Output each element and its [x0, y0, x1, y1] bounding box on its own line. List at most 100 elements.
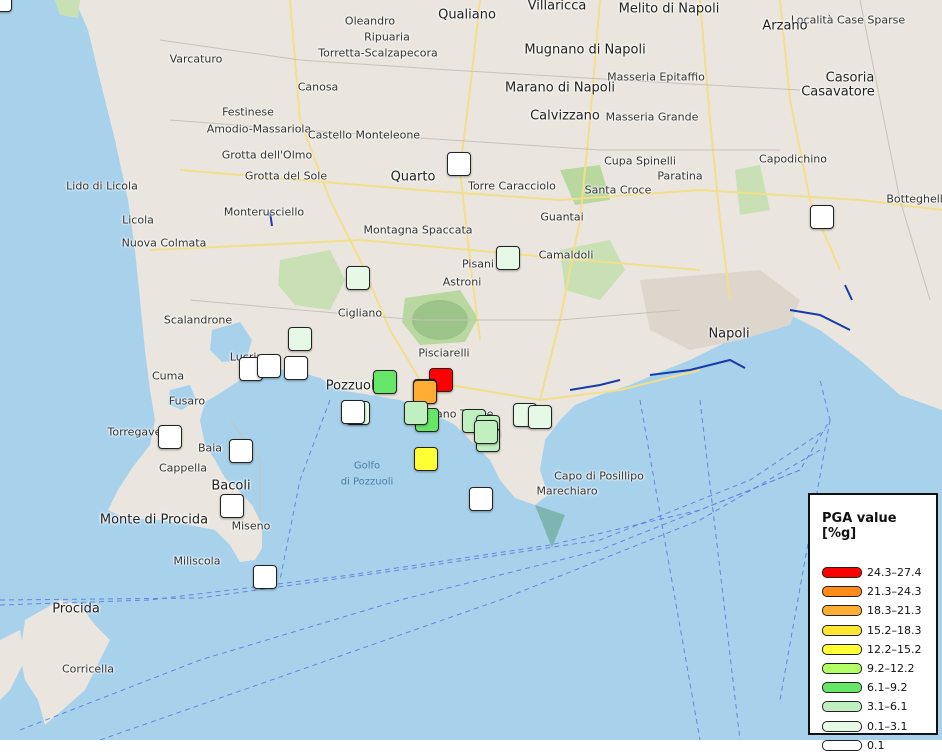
map-basemap — [0, 0, 942, 740]
water-label: di Pozzuoli — [340, 476, 394, 488]
place-label: Baia — [197, 441, 223, 455]
place-label: Ripuaria — [364, 30, 410, 44]
place-label: Botteghelle — [886, 192, 942, 206]
place-label: Melito di Napoli — [618, 1, 720, 17]
legend-label: 9.2–12.2 — [867, 662, 915, 676]
place-label: Capo di Posillipo — [554, 469, 644, 483]
place-label: Cigliano — [337, 306, 383, 320]
place-label: Grotta dell'Olmo — [221, 148, 313, 162]
legend-label: 0.1–3.1 — [867, 719, 908, 733]
station-marker[interactable] — [447, 152, 471, 176]
place-label: Capodichino — [759, 152, 827, 166]
place-label: Guantai — [540, 210, 584, 224]
place-label: Bacoli — [211, 478, 251, 494]
legend-swatch — [822, 643, 862, 655]
place-label: Torretta-Scalzapecora — [318, 46, 438, 60]
station-marker[interactable] — [288, 327, 312, 351]
station-marker[interactable] — [229, 439, 253, 463]
station-marker[interactable] — [341, 400, 365, 424]
station-marker[interactable] — [496, 246, 520, 270]
legend-label: 3.1–6.1 — [867, 700, 908, 714]
place-label: Grotta del Sole — [244, 169, 328, 183]
place-label: Villaricca — [527, 0, 587, 14]
station-marker[interactable] — [158, 425, 182, 449]
place-label: Montagna Spaccata — [363, 223, 473, 237]
place-label: Licola — [122, 213, 154, 227]
place-label: Torre Caracciolo — [468, 179, 556, 193]
place-label: Quarto — [390, 169, 436, 185]
place-label: Corricella — [62, 662, 114, 676]
station-marker[interactable] — [474, 420, 498, 444]
legend-label: 0.1 — [867, 738, 885, 752]
station-marker[interactable] — [0, 0, 12, 12]
legend-item: 0.1 — [822, 736, 926, 755]
legend-item: 15.2–18.3 — [822, 621, 926, 640]
station-marker[interactable] — [528, 405, 552, 429]
legend-item: 24.3–27.4 — [822, 563, 926, 582]
legend-swatch — [822, 720, 862, 732]
place-label: Cuma — [151, 369, 185, 383]
legend-swatch — [822, 663, 862, 675]
legend-item: 0.1–3.1 — [822, 717, 926, 736]
place-label: Marechiaro — [536, 484, 598, 498]
station-marker[interactable] — [257, 354, 281, 378]
legend-item: 12.2–15.2 — [822, 640, 926, 659]
place-label: Masseria Grande — [605, 110, 699, 124]
station-marker[interactable] — [253, 565, 277, 589]
place-label: Nuova Colmata — [121, 236, 207, 250]
place-label: Masseria Epitaffio — [607, 70, 705, 84]
place-label: Varcaturo — [169, 52, 223, 66]
place-label: Fusaro — [168, 394, 206, 408]
map-canvas[interactable]: Qualiano Villaricca Melito di Napoli Locali… — [0, 0, 942, 740]
legend-label: 15.2–18.3 — [867, 623, 922, 637]
legend-swatch — [822, 605, 862, 617]
legend-swatch — [822, 682, 862, 694]
place-label: Paratina — [657, 169, 703, 183]
place-label: Festinese — [222, 105, 274, 119]
station-marker[interactable] — [284, 356, 308, 380]
place-label: Monterusciello — [223, 205, 305, 219]
legend-item: 6.1–9.2 — [822, 678, 926, 697]
place-label: Qualiano — [438, 7, 496, 23]
place-label: Pisciarelli — [418, 346, 470, 360]
legend-swatch — [822, 739, 862, 751]
place-label: Napoli — [708, 326, 750, 342]
place-label: Cupa Spinelli — [604, 154, 676, 168]
legend-label: 12.2–15.2 — [867, 642, 922, 656]
place-label: Procida — [52, 601, 100, 617]
legend-swatch — [822, 567, 862, 579]
place-label: Santa Croce — [584, 183, 652, 197]
station-marker[interactable] — [220, 494, 244, 518]
place-label: Scalandrone — [163, 313, 233, 327]
place-label: Miseno — [231, 519, 271, 533]
place-label: Pisani — [462, 257, 494, 271]
place-label: Mugnano di Napoli — [524, 42, 646, 58]
place-label: Monte di Procida — [99, 512, 209, 528]
legend-item: 18.3–21.3 — [822, 601, 926, 620]
station-marker[interactable] — [373, 370, 397, 394]
legend-item: 21.3–24.3 — [822, 582, 926, 601]
place-label: Lido di Licola — [66, 179, 138, 193]
station-marker[interactable] — [414, 447, 438, 471]
place-label: Castello Monteleone — [307, 128, 421, 142]
legend-rows: 24.3–27.4 21.3–24.3 18.3–21.3 15.2–18.3 12.2… — [822, 563, 926, 755]
legend-swatch — [822, 624, 862, 636]
legend-title: PGA value [%g] — [822, 511, 897, 541]
place-label: Calvizzano — [530, 108, 600, 124]
water-label: Golfo — [353, 460, 381, 472]
place-label: Miliscola — [173, 554, 221, 568]
station-marker[interactable] — [346, 266, 370, 290]
place-label: Astroni — [442, 275, 482, 289]
station-marker[interactable] — [404, 401, 428, 425]
station-marker[interactable] — [469, 487, 493, 511]
place-label: Amodio-Massariola — [206, 122, 312, 136]
place-label: Cappella — [158, 461, 208, 475]
legend-label: 18.3–21.3 — [867, 604, 922, 618]
legend-swatch — [822, 701, 862, 713]
legend-swatch — [822, 586, 862, 598]
place-label: Casoria — [825, 70, 875, 86]
place-label: Casavatore — [801, 84, 875, 100]
station-marker[interactable] — [810, 205, 834, 229]
place-label: Canosa — [297, 80, 339, 94]
place-label: Località Case Sparse — [790, 13, 906, 27]
